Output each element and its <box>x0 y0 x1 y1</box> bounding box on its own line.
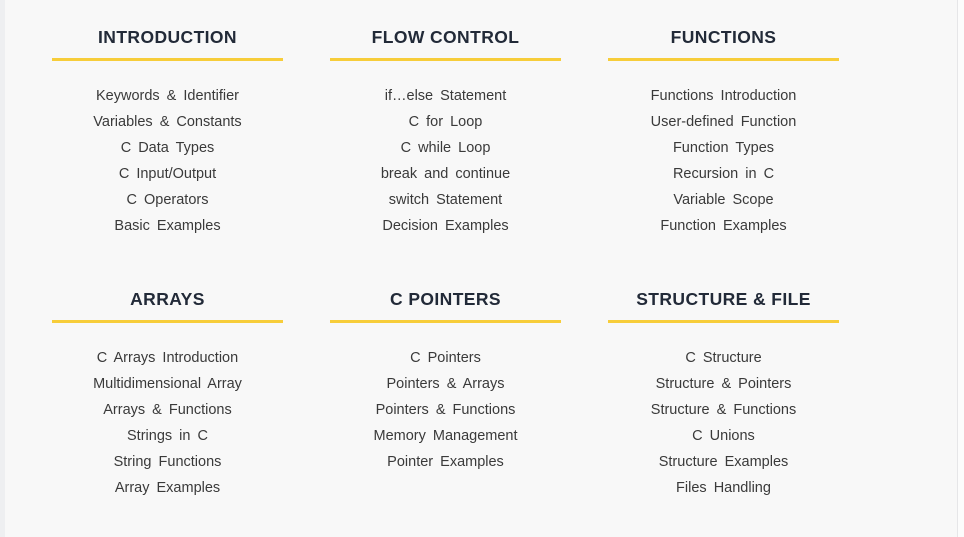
topic-section-functions: FUNCTIONS Functions Introduction User-de… <box>608 26 839 239</box>
list-item[interactable]: Decision Examples <box>330 213 561 239</box>
section-title: FUNCTIONS <box>670 27 777 47</box>
list-item[interactable]: Keywords & Identifier <box>52 83 283 109</box>
section-link-list: Functions Introduction User-defined Func… <box>608 83 839 239</box>
list-item[interactable]: Basic Examples <box>52 213 283 239</box>
topic-section-c-pointers: C POINTERS C Pointers Pointers & Arrays … <box>330 288 561 475</box>
list-item[interactable]: C Unions <box>608 423 839 449</box>
section-title: FLOW CONTROL <box>371 27 520 47</box>
list-item[interactable]: Variables & Constants <box>52 109 283 135</box>
list-item[interactable]: C for Loop <box>330 109 561 135</box>
topic-directory: INTRODUCTION Keywords & Identifier Varia… <box>5 0 957 537</box>
section-underline <box>608 320 839 323</box>
list-item[interactable]: User-defined Function <box>608 109 839 135</box>
section-title: ARRAYS <box>130 289 205 309</box>
section-link-list: C Structure Structure & Pointers Structu… <box>608 345 839 501</box>
list-item[interactable]: Files Handling <box>608 475 839 501</box>
list-item[interactable]: Variable Scope <box>608 187 839 213</box>
section-underline <box>52 58 283 61</box>
list-item[interactable]: break and continue <box>330 161 561 187</box>
section-title: C POINTERS <box>390 289 501 309</box>
list-item[interactable]: C Arrays Introduction <box>52 345 283 371</box>
list-item[interactable]: Memory Management <box>330 423 561 449</box>
list-item[interactable]: Multidimensional Array <box>52 371 283 397</box>
list-item[interactable]: Structure & Functions <box>608 397 839 423</box>
list-item[interactable]: Function Types <box>608 135 839 161</box>
section-title: STRUCTURE & FILE <box>636 289 811 309</box>
list-item[interactable]: C Pointers <box>330 345 561 371</box>
list-item[interactable]: Pointers & Functions <box>330 397 561 423</box>
section-link-list: Keywords & Identifier Variables & Consta… <box>52 83 283 239</box>
topic-section-arrays: ARRAYS C Arrays Introduction Multidimens… <box>52 288 283 501</box>
list-item[interactable]: Pointers & Arrays <box>330 371 561 397</box>
page-root: INTRODUCTION Keywords & Identifier Varia… <box>0 0 964 537</box>
section-underline <box>608 58 839 61</box>
list-item[interactable]: if…else Statement <box>330 83 561 109</box>
list-item[interactable]: Structure Examples <box>608 449 839 475</box>
list-item[interactable]: Array Examples <box>52 475 283 501</box>
list-item[interactable]: Recursion in C <box>608 161 839 187</box>
section-underline <box>52 320 283 323</box>
list-item[interactable]: Strings in C <box>52 423 283 449</box>
section-title: INTRODUCTION <box>98 27 237 47</box>
section-underline <box>330 320 561 323</box>
list-item[interactable]: Functions Introduction <box>608 83 839 109</box>
list-item[interactable]: String Functions <box>52 449 283 475</box>
section-link-list: C Arrays Introduction Multidimensional A… <box>52 345 283 501</box>
list-item[interactable]: C Data Types <box>52 135 283 161</box>
list-item[interactable]: Arrays & Functions <box>52 397 283 423</box>
list-item[interactable]: switch Statement <box>330 187 561 213</box>
scrollbar-track[interactable] <box>957 0 964 537</box>
list-item[interactable]: Structure & Pointers <box>608 371 839 397</box>
section-underline <box>330 58 561 61</box>
topic-section-flow-control: FLOW CONTROL if…else Statement C for Loo… <box>330 26 561 239</box>
topic-row-2: ARRAYS C Arrays Introduction Multidimens… <box>5 288 957 501</box>
list-item[interactable]: C while Loop <box>330 135 561 161</box>
list-item[interactable]: C Operators <box>52 187 283 213</box>
topic-row-1: INTRODUCTION Keywords & Identifier Varia… <box>5 26 957 239</box>
list-item[interactable]: Function Examples <box>608 213 839 239</box>
section-link-list: if…else Statement C for Loop C while Loo… <box>330 83 561 239</box>
list-item[interactable]: C Input/Output <box>52 161 283 187</box>
list-item[interactable]: Pointer Examples <box>330 449 561 475</box>
list-item[interactable]: C Structure <box>608 345 839 371</box>
topic-section-introduction: INTRODUCTION Keywords & Identifier Varia… <box>52 26 283 239</box>
section-link-list: C Pointers Pointers & Arrays Pointers & … <box>330 345 561 475</box>
topic-section-structure-and-file: STRUCTURE & FILE C Structure Structure &… <box>608 288 839 501</box>
